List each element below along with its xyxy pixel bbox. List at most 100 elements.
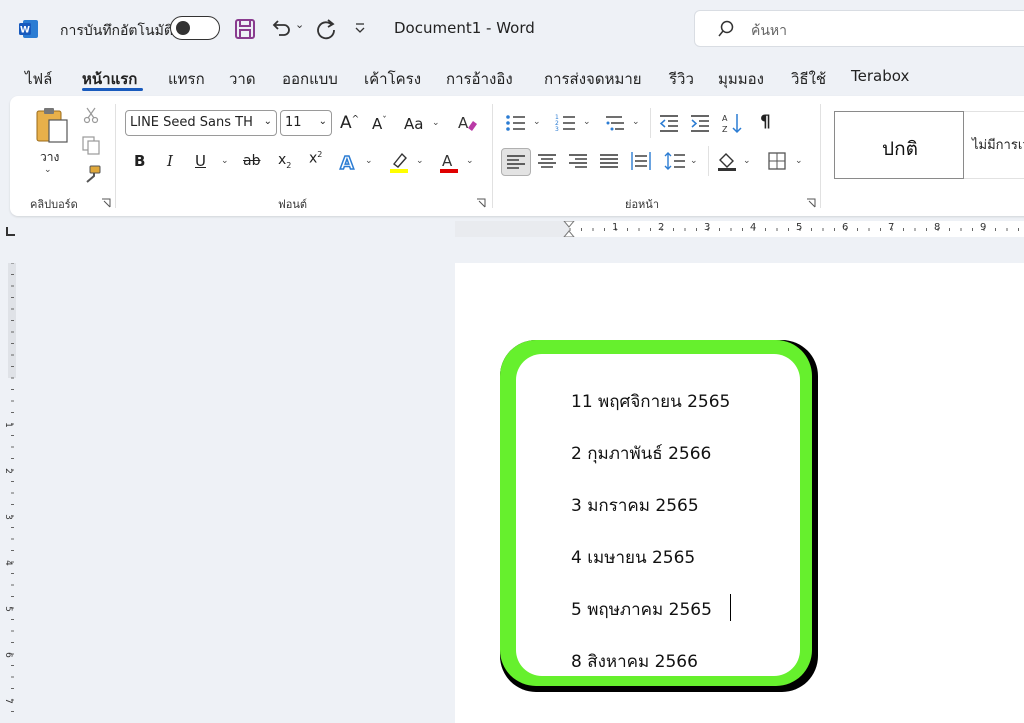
- subscript-icon[interactable]: x2: [278, 152, 291, 170]
- paste-dropdown-icon[interactable]: ⌄: [44, 165, 52, 175]
- vertical-ruler-number: 7: [2, 698, 13, 704]
- change-case-dropdown-icon[interactable]: ⌄: [432, 118, 440, 128]
- copy-icon[interactable]: [81, 135, 101, 155]
- strikethrough-button[interactable]: ab: [243, 153, 260, 169]
- justify-icon[interactable]: [600, 153, 618, 169]
- tab-help[interactable]: วิธีใช้: [791, 67, 826, 91]
- underline-button[interactable]: U: [195, 152, 206, 170]
- paste-icon[interactable]: [34, 106, 70, 144]
- sort-icon[interactable]: AZ: [722, 111, 744, 135]
- ruler-number: 3: [704, 222, 711, 233]
- tab-draw[interactable]: วาด: [229, 67, 256, 91]
- multilevel-dropdown-icon[interactable]: ⌄: [632, 117, 640, 127]
- customize-toolbar-icon[interactable]: [354, 21, 366, 35]
- bullets-dropdown-icon[interactable]: ⌄: [533, 117, 541, 127]
- decrease-indent-icon[interactable]: [658, 113, 680, 133]
- change-case-button[interactable]: Aa: [404, 115, 423, 133]
- highlight-icon[interactable]: [388, 150, 410, 174]
- document-title: Document1 - Word: [394, 19, 535, 37]
- line-spacing-icon[interactable]: [664, 151, 686, 171]
- align-right-icon[interactable]: [569, 153, 587, 169]
- ruler-number: 7: [888, 222, 895, 233]
- search-icon: [718, 20, 734, 37]
- superscript-icon[interactable]: x2: [309, 150, 322, 167]
- svg-text:A: A: [340, 153, 354, 173]
- date-line[interactable]: 5 พฤษภาคม 2565: [571, 596, 712, 623]
- clipboard-launcher-icon[interactable]: [101, 198, 111, 208]
- svg-text:A: A: [458, 114, 469, 132]
- tab-view[interactable]: มุมมอง: [718, 67, 764, 91]
- italic-button[interactable]: I: [167, 152, 173, 170]
- redo-icon[interactable]: [314, 17, 338, 41]
- date-line[interactable]: 3 มกราคม 2565: [571, 492, 699, 519]
- align-left-button[interactable]: [501, 148, 531, 176]
- distributed-icon[interactable]: [630, 151, 652, 171]
- shading-dropdown-icon[interactable]: ⌄: [743, 156, 751, 166]
- autosave-toggle[interactable]: [170, 16, 220, 40]
- line-spacing-dropdown-icon[interactable]: ⌄: [690, 156, 698, 166]
- vertical-ruler-number: 5: [2, 606, 13, 612]
- borders-icon[interactable]: [768, 152, 786, 170]
- font-color-icon[interactable]: A: [438, 150, 460, 174]
- tab-mailings[interactable]: การส่งจดหมาย: [544, 67, 642, 91]
- tab-selector-icon[interactable]: [6, 227, 15, 236]
- borders-dropdown-icon[interactable]: ⌄: [795, 156, 803, 166]
- undo-dropdown-icon[interactable]: ⌄: [295, 18, 304, 31]
- text-effects-dropdown-icon[interactable]: ⌄: [365, 156, 373, 166]
- date-line[interactable]: 11 พฤศจิกายน 2565: [571, 388, 730, 415]
- numbering-dropdown-icon[interactable]: ⌄: [583, 117, 591, 127]
- date-line[interactable]: 2 กุมภาพันธ์ 2566: [571, 440, 711, 467]
- text-effects-icon[interactable]: A: [338, 151, 360, 173]
- font-name-combo[interactable]: LINE Seed Sans TH ⌄: [125, 110, 277, 136]
- shading-icon[interactable]: [716, 150, 738, 172]
- svg-text:3: 3: [555, 126, 559, 133]
- bullets-icon[interactable]: [505, 113, 527, 133]
- tab-review[interactable]: รีวิว: [669, 67, 694, 91]
- ruler-number: 9: [980, 222, 987, 233]
- paragraph-group-label: ย่อหน้า: [625, 198, 659, 211]
- multilevel-list-icon[interactable]: [604, 113, 626, 133]
- style-normal[interactable]: ปกติ: [834, 111, 964, 179]
- tab-file[interactable]: ไฟล์: [25, 67, 52, 91]
- tab-terabox[interactable]: Terabox: [851, 67, 909, 85]
- ruler-number: 8: [934, 222, 941, 233]
- show-formatting-marks-icon[interactable]: ¶: [760, 112, 771, 132]
- paragraph-launcher-icon[interactable]: [806, 198, 816, 208]
- font-color-dropdown-icon[interactable]: ⌄: [466, 156, 474, 166]
- clear-formatting-icon[interactable]: A: [456, 112, 478, 134]
- svg-text:W: W: [20, 26, 30, 36]
- ruler-number: 4: [750, 222, 757, 233]
- search-box[interactable]: ค้นหา: [694, 10, 1024, 47]
- font-name-value: LINE Seed Sans TH: [130, 115, 253, 130]
- grow-font-icon[interactable]: A^: [340, 113, 359, 133]
- font-group-label: ฟอนต์: [278, 198, 308, 211]
- ribbon-separator: [492, 104, 493, 208]
- align-center-icon[interactable]: [538, 153, 556, 169]
- date-line[interactable]: 4 เมษายน 2565: [571, 544, 695, 571]
- tab-insert[interactable]: แทรก: [168, 67, 205, 91]
- save-icon[interactable]: [234, 18, 256, 40]
- font-launcher-icon[interactable]: [476, 198, 486, 208]
- font-size-value: 11: [285, 115, 302, 130]
- word-app-icon: W: [19, 20, 38, 38]
- font-size-combo[interactable]: 11 ⌄: [280, 110, 332, 136]
- style-normal-label: ปกติ: [882, 138, 918, 160]
- underline-dropdown-icon[interactable]: ⌄: [221, 156, 229, 166]
- bold-button[interactable]: B: [134, 152, 145, 170]
- clipboard-group-label: คลิปบอร์ด: [30, 198, 78, 211]
- format-painter-icon[interactable]: [82, 164, 102, 184]
- active-tab-indicator: [82, 88, 143, 91]
- cut-icon[interactable]: [83, 106, 99, 124]
- tab-design[interactable]: ออกแบบ: [282, 67, 338, 91]
- numbering-icon[interactable]: 123: [555, 113, 577, 133]
- highlight-dropdown-icon[interactable]: ⌄: [416, 156, 424, 166]
- undo-icon[interactable]: [270, 17, 292, 39]
- date-line[interactable]: 8 สิงหาคม 2566: [571, 648, 698, 675]
- tab-layout[interactable]: เค้าโครง: [364, 67, 421, 91]
- vertical-ruler-number: 3: [2, 514, 13, 520]
- ruler-number: 6: [842, 222, 849, 233]
- shrink-font-icon[interactable]: Aˇ: [372, 115, 387, 133]
- increase-indent-icon[interactable]: [689, 113, 711, 133]
- svg-text:A: A: [442, 152, 453, 170]
- tab-references[interactable]: การอ้างอิง: [446, 67, 513, 91]
